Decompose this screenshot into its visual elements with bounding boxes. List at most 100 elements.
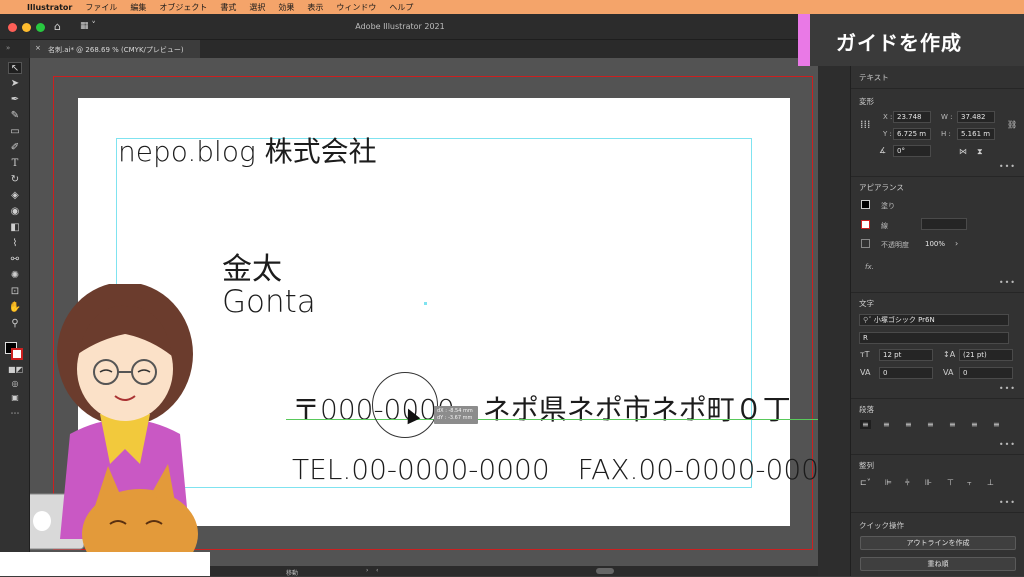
create-outlines-button[interactable]: アウトラインを作成 bbox=[860, 536, 1016, 550]
align-right-edge-icon[interactable]: ⊪ bbox=[925, 478, 932, 487]
gradient-tool-icon[interactable]: ◧ bbox=[8, 222, 22, 234]
reference-point-icon[interactable]: ⁞⁞⁞ bbox=[860, 118, 871, 131]
rotate-angle-icon: ∡ bbox=[879, 146, 887, 155]
close-tab-icon[interactable]: × bbox=[35, 44, 41, 52]
character-header: 文字 bbox=[859, 299, 874, 308]
h-field[interactable]: 5.161 m bbox=[957, 128, 995, 140]
align-v-center-icon[interactable]: ⫟ bbox=[967, 478, 972, 488]
hand-tool-icon[interactable]: ✋ bbox=[8, 302, 22, 314]
flip-vertical-icon[interactable]: ⧗ bbox=[977, 147, 983, 157]
rotate-angle-field[interactable]: 0° bbox=[893, 145, 931, 157]
kerning-icon: VA bbox=[860, 368, 871, 377]
w-field[interactable]: 37.482 bbox=[957, 111, 995, 123]
shape-builder-tool-icon[interactable]: ◉ bbox=[8, 206, 22, 218]
align-h-center-icon[interactable]: ⫩ bbox=[905, 478, 910, 488]
align-bottom-edge-icon[interactable]: ⊥ bbox=[987, 478, 994, 487]
align-header: 整列 bbox=[859, 461, 874, 470]
appearance-fill-swatch[interactable] bbox=[861, 200, 870, 209]
stroke-weight-field[interactable] bbox=[921, 218, 967, 230]
justify-all-icon[interactable]: ≡ bbox=[993, 420, 1000, 429]
tracking-field[interactable]: 0 bbox=[959, 367, 1013, 379]
edit-toolbar-icon[interactable]: ⋯ bbox=[8, 408, 22, 420]
align-left-icon[interactable]: ≡ bbox=[860, 420, 871, 429]
status-menu-icon[interactable]: › bbox=[366, 567, 368, 574]
drawing-mode-icon[interactable]: ◎ bbox=[8, 378, 22, 390]
menu-app-name[interactable]: Illustrator bbox=[27, 3, 72, 12]
menu-edit[interactable]: 編集 bbox=[130, 2, 146, 13]
justify-left-icon[interactable]: ≡ bbox=[927, 420, 934, 429]
zoom-tool-icon[interactable]: ⚲ bbox=[8, 318, 22, 330]
kerning-field[interactable]: 0 bbox=[879, 367, 933, 379]
appearance-more-icon[interactable]: ••• bbox=[999, 278, 1016, 287]
blend-tool-icon[interactable]: ⚯ bbox=[8, 254, 22, 266]
panel-title: テキスト bbox=[859, 73, 889, 82]
fx-button[interactable]: fx. bbox=[865, 263, 874, 271]
justify-right-icon[interactable]: ≡ bbox=[971, 420, 978, 429]
font-style-select[interactable]: R bbox=[859, 332, 1009, 344]
card-name-jp-text[interactable]: 金太 bbox=[222, 244, 282, 288]
align-top-edge-icon[interactable]: ⊤ bbox=[947, 478, 954, 487]
menu-file[interactable]: ファイル bbox=[85, 2, 117, 13]
card-company-text[interactable]: nepo.blog 株式会社 bbox=[118, 130, 377, 170]
eraser-tool-icon[interactable]: ◈ bbox=[8, 190, 22, 202]
type-tool-icon[interactable]: T bbox=[8, 158, 22, 170]
transform-more-icon[interactable]: ••• bbox=[999, 162, 1016, 171]
appearance-stroke-swatch[interactable] bbox=[861, 220, 870, 229]
paintbrush-tool-icon[interactable]: ✐ bbox=[8, 142, 22, 154]
selection-tool-icon[interactable]: ↖ bbox=[8, 62, 22, 74]
horizontal-scrollbar-thumb[interactable] bbox=[596, 568, 614, 574]
opacity-expand-icon[interactable]: › bbox=[955, 239, 958, 248]
leading-field[interactable]: (21 pt) bbox=[959, 349, 1013, 361]
curvature-tool-icon[interactable]: ✎ bbox=[8, 110, 22, 122]
align-center-icon[interactable]: ≡ bbox=[883, 420, 890, 429]
align-right-icon[interactable]: ≡ bbox=[905, 420, 912, 429]
collapse-panels-icon[interactable]: » bbox=[6, 44, 10, 52]
x-field[interactable]: 23.748 bbox=[893, 111, 931, 123]
stroke-color-swatch[interactable] bbox=[11, 348, 23, 360]
document-tab[interactable]: × 名刺.ai* @ 268.69 % (CMYK/プレビュー) bbox=[30, 40, 200, 58]
symbol-sprayer-tool-icon[interactable]: ✺ bbox=[8, 270, 22, 282]
constrain-proportions-icon[interactable]: ⛓ bbox=[1007, 120, 1017, 129]
opacity-label: 不透明度 bbox=[881, 241, 909, 249]
direct-selection-tool-icon[interactable]: ➤ bbox=[8, 78, 22, 90]
menu-view[interactable]: 表示 bbox=[307, 2, 323, 13]
x-label: X : bbox=[883, 113, 893, 121]
character-more-icon[interactable]: ••• bbox=[999, 384, 1016, 393]
menu-type[interactable]: 書式 bbox=[220, 2, 236, 13]
rotate-tool-icon[interactable]: ↻ bbox=[8, 174, 22, 186]
quick-actions-header: クイック操作 bbox=[859, 521, 904, 530]
align-more-icon[interactable]: ••• bbox=[999, 498, 1016, 507]
y-field[interactable]: 6.725 m bbox=[893, 128, 931, 140]
menu-effect[interactable]: 効果 bbox=[278, 2, 294, 13]
opacity-value[interactable]: 100% bbox=[925, 240, 945, 248]
eyedropper-tool-icon[interactable]: ⌇ bbox=[8, 238, 22, 250]
scroll-left-icon[interactable]: ‹ bbox=[376, 567, 378, 574]
menu-object[interactable]: オブジェクト bbox=[159, 2, 207, 13]
pen-tool-icon[interactable]: ✒ bbox=[8, 94, 22, 106]
paragraph-more-icon[interactable]: ••• bbox=[999, 440, 1016, 449]
opacity-icon bbox=[861, 239, 870, 248]
font-size-field[interactable]: 12 pt bbox=[879, 349, 933, 361]
leading-icon: ↕A bbox=[943, 350, 956, 359]
screen-mode-icon[interactable]: ▣ bbox=[8, 392, 22, 404]
menu-select[interactable]: 選択 bbox=[249, 2, 265, 13]
color-mode-icon[interactable]: ■◩ bbox=[8, 364, 23, 376]
align-to-icon[interactable]: ⊏˅ bbox=[860, 478, 871, 487]
card-phone-fax-text[interactable]: TEL.00-0000-0000 FAX.00-0000-000 bbox=[292, 448, 818, 488]
menu-help[interactable]: ヘルプ bbox=[389, 2, 413, 13]
tooltip-dy: dY : -3.67 mm bbox=[437, 415, 473, 421]
move-offset-tooltip: dX : -8.54 mm dY : -3.67 mm bbox=[434, 406, 478, 424]
rectangle-tool-icon[interactable]: ▭ bbox=[8, 126, 22, 138]
h-label: H : bbox=[941, 130, 951, 138]
menu-window[interactable]: ウィンドウ bbox=[336, 2, 376, 13]
card-address-text[interactable]: 〒000-0000 ネポ県ネポ市ネポ町０丁 bbox=[292, 388, 791, 428]
artboard-tool-icon[interactable]: ⊡ bbox=[8, 286, 22, 298]
font-family-select[interactable]: ⚲˅ 小塚ゴシック Pr6N bbox=[859, 314, 1009, 326]
align-left-edge-icon[interactable]: ⊫ bbox=[885, 478, 892, 487]
arrange-button[interactable]: 重ね順 bbox=[860, 557, 1016, 571]
justify-center-icon[interactable]: ≡ bbox=[949, 420, 956, 429]
appearance-header: アピアランス bbox=[859, 183, 904, 192]
canvas[interactable]: nepo.blog 株式会社 金太 Gonta 〒000-0000 ネポ県ネポ市… bbox=[30, 58, 818, 566]
flip-horizontal-icon[interactable]: ⋈ bbox=[959, 147, 967, 156]
y-label: Y : bbox=[883, 130, 892, 138]
